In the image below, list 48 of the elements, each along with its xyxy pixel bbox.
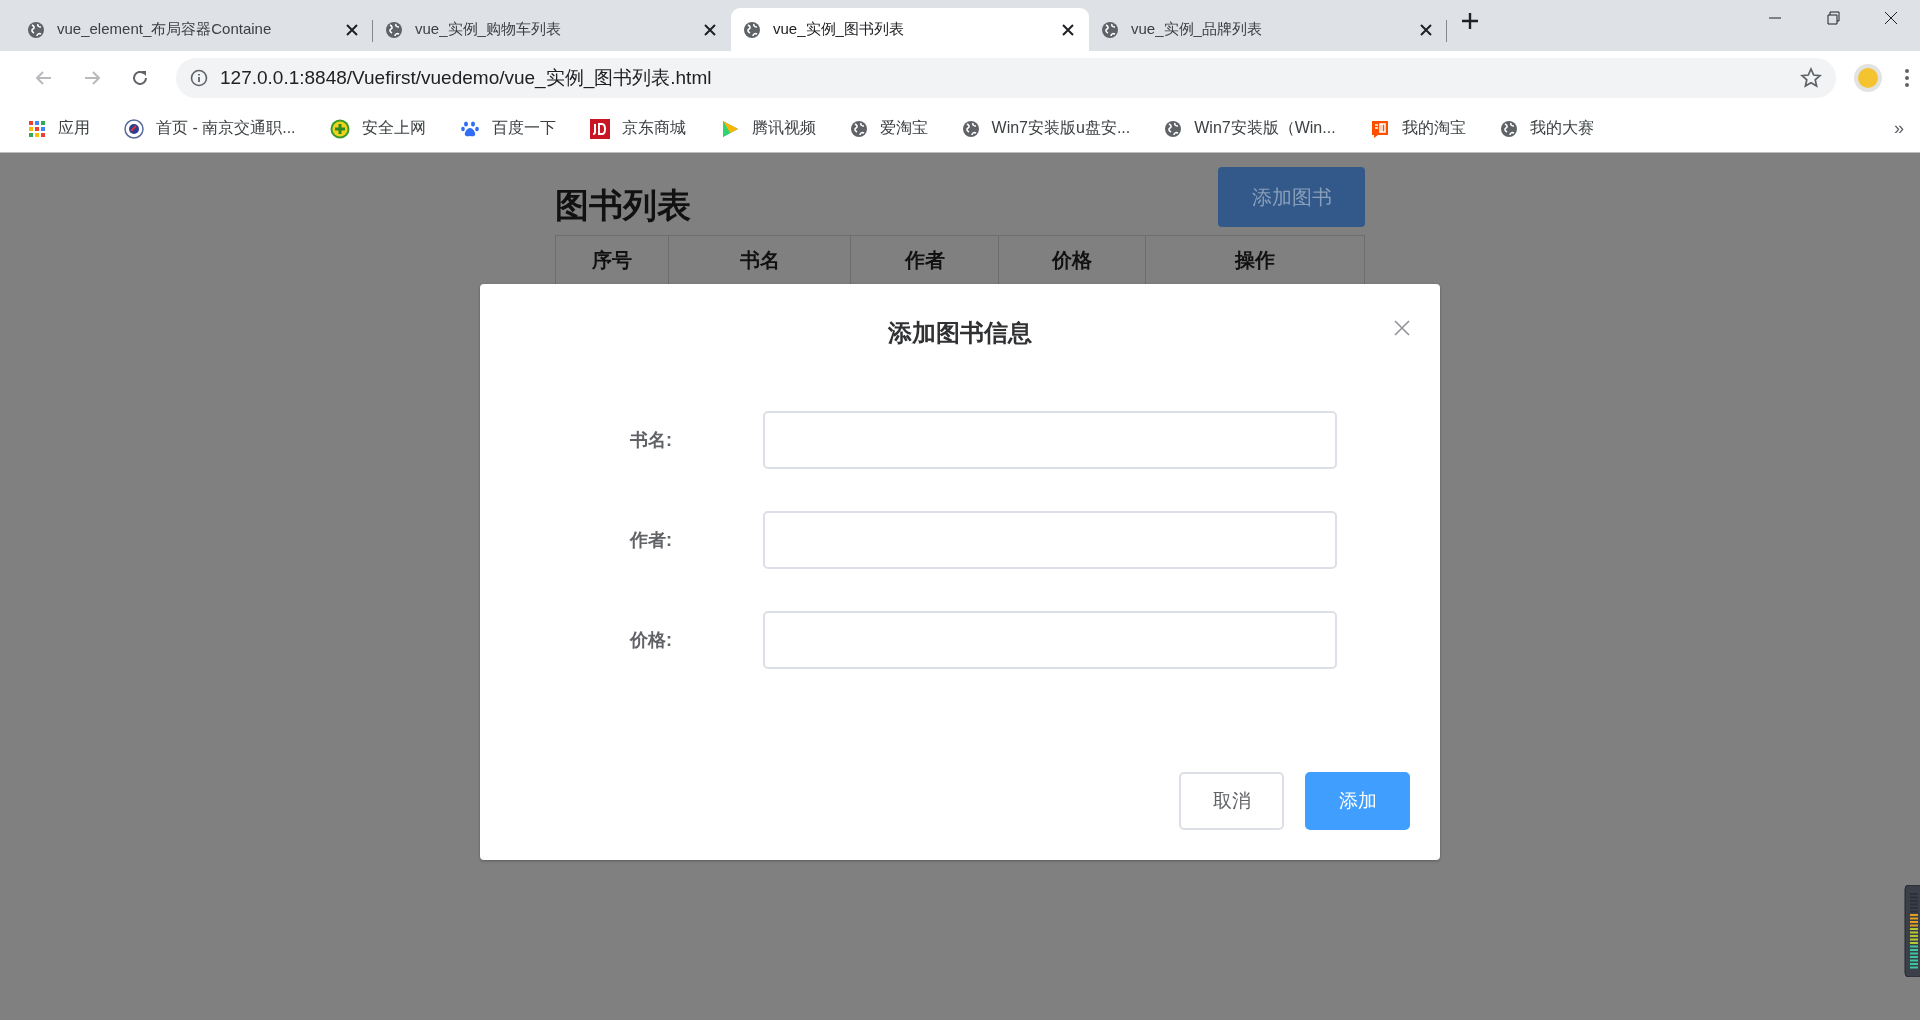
tao-logo-icon [1369, 118, 1390, 139]
browser-tab[interactable]: vue_实例_图书列表 [731, 8, 1089, 51]
browser-tab[interactable]: vue_element_布局容器Containe [15, 8, 373, 51]
seal-icon [124, 118, 144, 139]
page-title: 图书列表 [555, 185, 691, 226]
globe-icon [849, 119, 868, 138]
bookmark-item[interactable]: 我的淘宝 [1363, 112, 1472, 145]
input-field[interactable] [763, 611, 1337, 669]
jd-logo-icon [589, 118, 610, 139]
profile-avatar[interactable] [1854, 64, 1882, 92]
close-icon[interactable] [1419, 22, 1433, 37]
globe-icon [1499, 119, 1518, 138]
field-label: 价格: [628, 629, 672, 652]
bookmark-item[interactable]: 百度一下 [453, 112, 562, 145]
close-icon[interactable] [703, 22, 717, 37]
field-label: 书名: [629, 429, 672, 452]
input-field[interactable] [763, 411, 1337, 469]
close-icon[interactable] [1061, 22, 1075, 37]
close-icon[interactable] [345, 22, 359, 37]
dialog-title: 添加图书信息 [888, 318, 1032, 348]
globe-icon [27, 20, 45, 39]
cancel-button[interactable]: 取消 [1179, 772, 1284, 830]
globe-icon [961, 119, 980, 138]
new-tab-icon[interactable] [1461, 11, 1479, 30]
globe-icon [743, 20, 761, 39]
bookmark-item[interactable]: 京东商城 [583, 112, 692, 145]
globe-icon [385, 20, 403, 39]
bookmark-item[interactable]: 应用 [22, 112, 96, 145]
bookmark-item[interactable]: 首页 - 南京交通职... [118, 112, 302, 145]
info-icon[interactable] [190, 69, 208, 87]
field-label: 作者: [628, 529, 672, 552]
browser-tab[interactable]: vue_实例_品牌列表 [1089, 8, 1447, 51]
globe-icon [1164, 119, 1183, 138]
plus-icon [329, 118, 350, 139]
bookmark-item[interactable]: 腾讯视频 [713, 112, 822, 145]
bookmark-item[interactable]: 我的大赛 [1493, 112, 1600, 145]
star-icon[interactable] [1800, 67, 1822, 89]
bookmark-item[interactable]: Win7安装版（Win... [1158, 112, 1342, 145]
address-bar[interactable]: 127.0.0.1:8848/Vuefirst/vuedemo/vue_实例_图书列表.html [176, 58, 1836, 98]
browser-tab[interactable]: vue_实例_购物车列表 [373, 8, 731, 51]
bookmark-item[interactable]: Win7安装版u盘安... [955, 112, 1137, 145]
more-bookmarks-button[interactable]: » [1894, 118, 1904, 139]
bookmark-item[interactable]: 安全上网 [323, 112, 432, 145]
input-field[interactable] [763, 511, 1337, 569]
globe-icon [1101, 20, 1119, 39]
menu-icon[interactable] [1904, 68, 1910, 88]
bookmark-item[interactable]: 爱淘宝 [843, 112, 934, 145]
apps-icon [28, 119, 46, 138]
